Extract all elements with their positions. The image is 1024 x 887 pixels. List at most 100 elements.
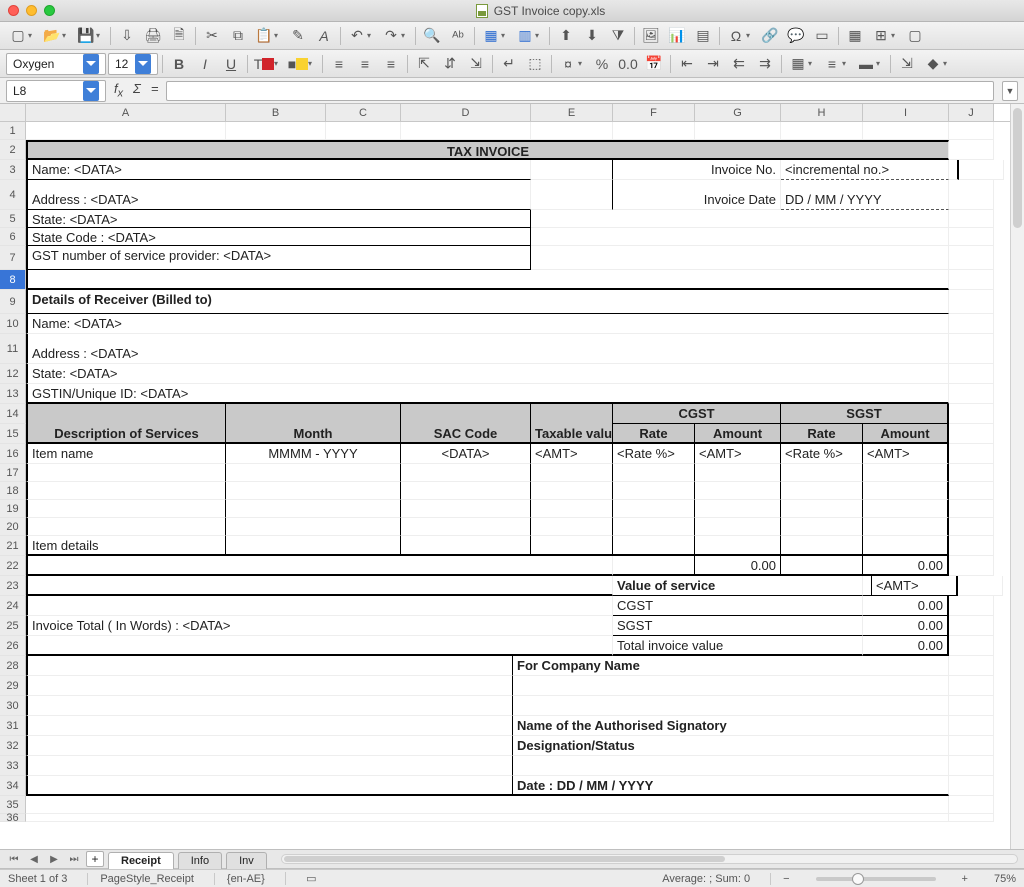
- clone-format-icon[interactable]: ✎: [286, 25, 310, 47]
- column-header[interactable]: C: [326, 104, 401, 121]
- horizontal-scrollbar[interactable]: [281, 854, 1018, 864]
- row-header[interactable]: 19: [0, 500, 26, 518]
- dropdown-icon[interactable]: ▾: [501, 31, 509, 40]
- row-header[interactable]: 13: [0, 384, 26, 404]
- cells-grid[interactable]: 1 2 TAX INVOICE 3 Name: <DATA> Invoice N…: [0, 122, 1010, 849]
- slider-thumb[interactable]: [852, 873, 864, 885]
- redo-icon[interactable]: ↷: [379, 25, 403, 47]
- window-icon[interactable]: ▢: [903, 25, 927, 47]
- percent-icon[interactable]: %: [590, 53, 614, 75]
- row-header[interactable]: 3: [0, 160, 26, 180]
- tab-prev-icon[interactable]: ◀: [26, 851, 42, 867]
- undo-icon[interactable]: ↶: [345, 25, 369, 47]
- name-box[interactable]: L8: [6, 80, 106, 102]
- border-color-icon[interactable]: ▬: [854, 53, 878, 75]
- font-name-combo[interactable]: Oxygen: [6, 53, 106, 75]
- zoom-slider[interactable]: [816, 877, 936, 881]
- save-icon[interactable]: 💾: [74, 25, 98, 47]
- dropdown-icon[interactable]: [83, 54, 99, 74]
- paste-icon[interactable]: 📋: [252, 25, 276, 47]
- row-header[interactable]: 28: [0, 656, 26, 676]
- print-preview-icon[interactable]: 🗎: [167, 25, 191, 47]
- chart-icon[interactable]: 📊: [665, 25, 689, 47]
- print-icon[interactable]: 🖨: [141, 25, 165, 47]
- dropdown-icon[interactable]: ▾: [746, 31, 754, 40]
- freeze-icon[interactable]: ▦: [843, 25, 867, 47]
- number-icon[interactable]: 0.0: [616, 53, 640, 75]
- row-header[interactable]: 9: [0, 290, 26, 314]
- row-icon[interactable]: ▦: [479, 25, 503, 47]
- dropdown-icon[interactable]: ▾: [535, 31, 543, 40]
- align-top-icon[interactable]: ⇱: [412, 53, 436, 75]
- row-header[interactable]: 15: [0, 424, 26, 444]
- column-header[interactable]: B: [226, 104, 326, 121]
- font-size-combo[interactable]: 12: [108, 53, 158, 75]
- row-header[interactable]: 14: [0, 404, 26, 424]
- tab-last-icon[interactable]: ⏭: [66, 851, 82, 867]
- column-header[interactable]: G: [695, 104, 781, 121]
- minimize-icon[interactable]: [26, 5, 37, 16]
- dropdown-icon[interactable]: [83, 81, 99, 101]
- sheet-tab-receipt[interactable]: Receipt: [108, 852, 174, 869]
- borders-icon[interactable]: ▦: [786, 53, 810, 75]
- function-wizard-icon[interactable]: fx: [114, 81, 123, 100]
- zoom-in-button[interactable]: +: [962, 873, 968, 885]
- row-header[interactable]: 5: [0, 210, 26, 228]
- scroll-thumb[interactable]: [1013, 108, 1022, 228]
- dropdown-icon[interactable]: ▾: [62, 31, 70, 40]
- bold-icon[interactable]: B: [167, 53, 191, 75]
- column-header[interactable]: J: [949, 104, 994, 121]
- scroll-thumb[interactable]: [284, 856, 725, 862]
- sheet-tab-inv[interactable]: Inv: [226, 852, 267, 869]
- row-header[interactable]: 32: [0, 736, 26, 756]
- row-header[interactable]: 17: [0, 464, 26, 482]
- column-header[interactable]: H: [781, 104, 863, 121]
- dropdown-icon[interactable]: ▾: [28, 31, 36, 40]
- row-header[interactable]: 8: [0, 270, 26, 290]
- equals-icon[interactable]: =: [151, 81, 159, 100]
- dropdown-icon[interactable]: ▾: [367, 31, 375, 40]
- sort-desc-icon[interactable]: ⬇: [580, 25, 604, 47]
- row-header[interactable]: 31: [0, 716, 26, 736]
- currency-icon[interactable]: ¤: [556, 53, 580, 75]
- dropdown-icon[interactable]: ▾: [943, 59, 951, 68]
- column-header[interactable]: I: [863, 104, 949, 121]
- decrease-indent-icon[interactable]: ⇤: [675, 53, 699, 75]
- dropdown-icon[interactable]: ▾: [891, 31, 899, 40]
- column-header[interactable]: F: [613, 104, 695, 121]
- dropdown-icon[interactable]: ▾: [96, 31, 104, 40]
- copy-icon[interactable]: ⧉: [226, 25, 250, 47]
- highlight-color-icon[interactable]: ■: [286, 53, 310, 75]
- dropdown-icon[interactable]: ▾: [401, 31, 409, 40]
- row-header[interactable]: 4: [0, 180, 26, 210]
- dropdown-icon[interactable]: ▾: [274, 31, 282, 40]
- column-header[interactable]: A: [26, 104, 226, 121]
- tab-next-icon[interactable]: ▶: [46, 851, 62, 867]
- align-bottom-icon[interactable]: ⇲: [464, 53, 488, 75]
- align-center-icon[interactable]: ≡: [353, 53, 377, 75]
- row-header[interactable]: 1: [0, 122, 26, 140]
- row-header[interactable]: 6: [0, 228, 26, 246]
- autofit-icon[interactable]: ⇲: [895, 53, 919, 75]
- dropdown-icon[interactable]: ▾: [308, 59, 316, 68]
- increase-indent-icon[interactable]: ⇥: [701, 53, 725, 75]
- row-header[interactable]: 16: [0, 444, 26, 464]
- sort-asc-icon[interactable]: ⬆: [554, 25, 578, 47]
- split-icon[interactable]: ⊞: [869, 25, 893, 47]
- wrap-icon[interactable]: ↵: [497, 53, 521, 75]
- underline-icon[interactable]: U: [219, 53, 243, 75]
- row-header[interactable]: 22: [0, 556, 26, 576]
- tab-first-icon[interactable]: ⏮: [6, 851, 22, 867]
- maximize-icon[interactable]: [44, 5, 55, 16]
- formula-expand-icon[interactable]: ▼: [1002, 81, 1018, 101]
- row-header[interactable]: 18: [0, 482, 26, 500]
- dropdown-icon[interactable]: [135, 54, 151, 74]
- sum-icon[interactable]: Σ: [133, 81, 141, 100]
- row-header[interactable]: 21: [0, 536, 26, 556]
- headers-icon[interactable]: ▭: [810, 25, 834, 47]
- row-header[interactable]: 29: [0, 676, 26, 696]
- row-header[interactable]: 24: [0, 596, 26, 616]
- align-left-icon[interactable]: ≡: [327, 53, 351, 75]
- dropdown-icon[interactable]: ▾: [808, 59, 816, 68]
- row-header[interactable]: 2: [0, 140, 26, 160]
